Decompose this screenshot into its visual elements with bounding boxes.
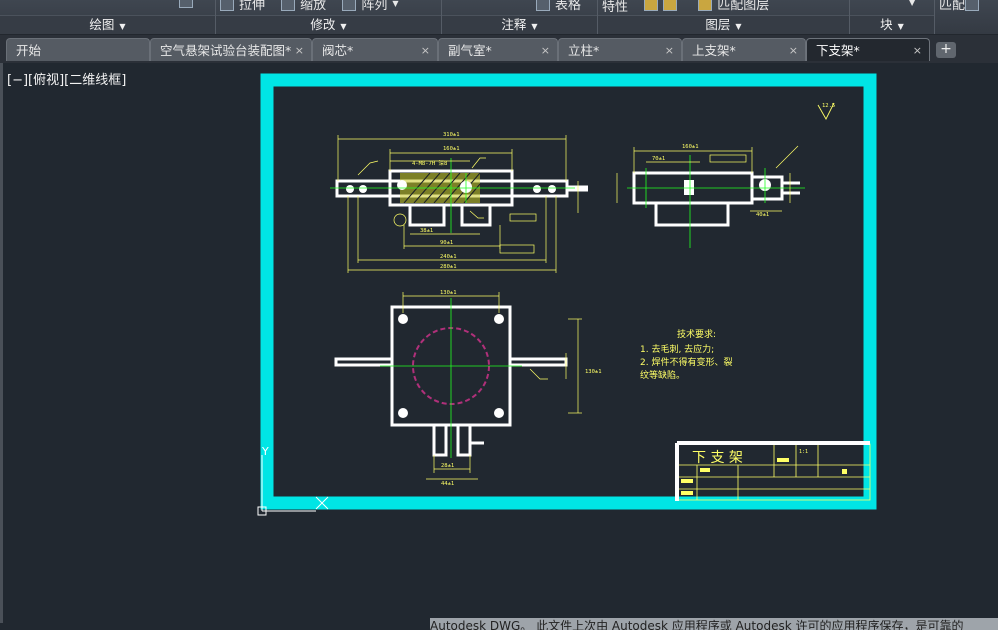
dim-side-top: 160±1: [682, 144, 699, 150]
match-layer-icon: [698, 0, 713, 11]
dim-front-b2: 90±1: [440, 240, 453, 246]
panel-title-annotate[interactable]: 注释 ▼: [442, 15, 597, 34]
front-view: 310±1 160±1 4-M8-7H 深8 38±1 90±1 240±1 2…: [330, 132, 588, 273]
tab-lower-bracket[interactable]: 下支架* ×: [806, 38, 930, 61]
dim-plan-b1: 28±1: [441, 463, 454, 469]
side-view: 160±1 70±1 40±1: [616, 144, 805, 248]
table-icon: [179, 0, 193, 8]
stretch-tool[interactable]: 拉伸: [220, 0, 265, 13]
dim-side-right: 40±1: [756, 212, 769, 218]
drawing-canvas[interactable]: 310±1 160±1 4-M8-7H 深8 38±1 90±1 240±1 2…: [0, 63, 998, 618]
panel-draw[interactable]: 绘图 ▼: [0, 0, 216, 34]
panel-title-modify[interactable]: 修改 ▼: [216, 15, 441, 34]
close-icon[interactable]: ×: [541, 39, 550, 62]
viewport-controls[interactable]: [−][俯视][二维线框]: [7, 69, 126, 88]
dim-front-hole: 4-M8-7H 深8: [412, 159, 447, 167]
dim-front-width: 160±1: [443, 146, 460, 152]
document-tab-bar: 开始 空气悬架试验台装配图* × 阀芯* × 副气室* × 立柱* × 上支架* × 下支…: [0, 35, 998, 63]
properties-button[interactable]: 特性: [602, 0, 628, 15]
close-icon[interactable]: ×: [665, 39, 674, 62]
chevron-down-icon: ▼: [735, 22, 742, 31]
panel-layers[interactable]: 特性 匹配图层 图层 ▼: [598, 0, 850, 34]
panel-annotate[interactable]: 表格 注释 ▼: [442, 0, 598, 34]
match-properties-button[interactable]: 匹配: [939, 0, 984, 13]
dim-plan-top: 130±1: [440, 290, 457, 296]
tech-item-2: 2. 焊件不得有变形、裂: [640, 356, 732, 368]
table-icon: [536, 0, 550, 11]
tech-requirements: 技术要求: 1. 去毛刺, 去应力; 2. 焊件不得有变形、裂 纹等缺陷。: [640, 328, 732, 381]
ribbon: 绘图 ▼ 拉伸 缩放 阵列 ▼ 修改 ▼ 表格 注释 ▼ 特性 匹配图层 图层 ▼ ▼ 块…: [0, 0, 998, 35]
layer-tools[interactable]: [644, 0, 682, 11]
roughness-symbol: 12.5: [817, 102, 835, 120]
panel-title-draw[interactable]: 绘图 ▼: [0, 15, 215, 34]
tab-upper-bracket[interactable]: 上支架* ×: [682, 38, 806, 61]
roughness-value: 12.5: [822, 103, 835, 109]
block-tool[interactable]: ▼: [904, 0, 915, 7]
panel-modify[interactable]: 拉伸 缩放 阵列 ▼ 修改 ▼: [216, 0, 442, 34]
chevron-down-icon: ▼: [897, 22, 904, 31]
match-properties-icon: [965, 0, 980, 11]
title-block: 下 支 架 1:1: [675, 441, 871, 501]
tab-start[interactable]: 开始: [6, 38, 150, 61]
dim-plan-b2: 44±1: [441, 481, 454, 487]
panel-title-block[interactable]: 块 ▼: [850, 15, 934, 34]
table-button[interactable]: 表格: [536, 0, 581, 13]
scale-tool[interactable]: 缩放: [281, 0, 326, 13]
ucs-y-label: Y: [261, 445, 269, 458]
layer-icon: [663, 0, 678, 11]
tech-title: 技术要求:: [677, 328, 716, 340]
close-icon[interactable]: ×: [913, 39, 922, 62]
chevron-down-icon: ▼: [531, 22, 538, 31]
dim-front-b3: 240±1: [440, 254, 457, 260]
array-tool[interactable]: 阵列 ▼: [342, 0, 398, 13]
dim-front-overall: 310±1: [443, 132, 460, 138]
panel-block[interactable]: ▼ 块 ▼: [850, 0, 935, 34]
chevron-down-icon: ▼: [119, 22, 126, 31]
dim-front-b1: 38±1: [420, 228, 433, 234]
panel-properties[interactable]: 匹配: [935, 0, 998, 34]
stretch-icon: [220, 0, 234, 11]
tech-item-1: 1. 去毛刺, 去应力;: [640, 343, 714, 355]
new-tab-button[interactable]: +: [936, 42, 956, 58]
scale-icon: [281, 0, 296, 11]
table-tool[interactable]: [179, 0, 198, 8]
dim-side-left: 70±1: [652, 156, 665, 162]
close-icon[interactable]: ×: [421, 39, 430, 62]
match-layer-button[interactable]: 匹配图层: [698, 0, 769, 13]
tab-column[interactable]: 立柱* ×: [558, 38, 682, 61]
plan-view: 130±1 130±1 28±1 44±1: [334, 290, 602, 487]
tab-aux-chamber[interactable]: 副气室* ×: [438, 38, 558, 61]
layer-icon: [644, 0, 659, 11]
panel-title-layers[interactable]: 图层 ▼: [598, 15, 849, 34]
chevron-down-icon: ▼: [392, 0, 399, 8]
side-view-outline: [632, 171, 800, 227]
side-slot: [684, 180, 694, 195]
chevron-down-icon: ▼: [909, 0, 916, 7]
title-block-scale: 1:1: [799, 449, 808, 455]
tab-valve-core[interactable]: 阀芯* ×: [312, 38, 438, 61]
chevron-down-icon: ▼: [340, 22, 347, 31]
tech-item-3: 纹等缺陷。: [640, 369, 685, 381]
close-icon[interactable]: ×: [789, 39, 798, 62]
title-block-name: 下 支 架: [692, 450, 743, 466]
array-icon: [342, 0, 357, 11]
dim-plan-right: 130±1: [585, 369, 602, 375]
close-icon[interactable]: ×: [295, 39, 304, 62]
drawing-frame: [260, 73, 877, 510]
plan-dimensions: [402, 292, 582, 480]
status-notification: Autodesk DWG。 此文件上次由 Autodesk 应用程序或 Auto…: [430, 618, 998, 630]
dim-front-b4: 280±1: [440, 264, 457, 270]
tab-assembly[interactable]: 空气悬架试验台装配图* ×: [150, 38, 312, 61]
